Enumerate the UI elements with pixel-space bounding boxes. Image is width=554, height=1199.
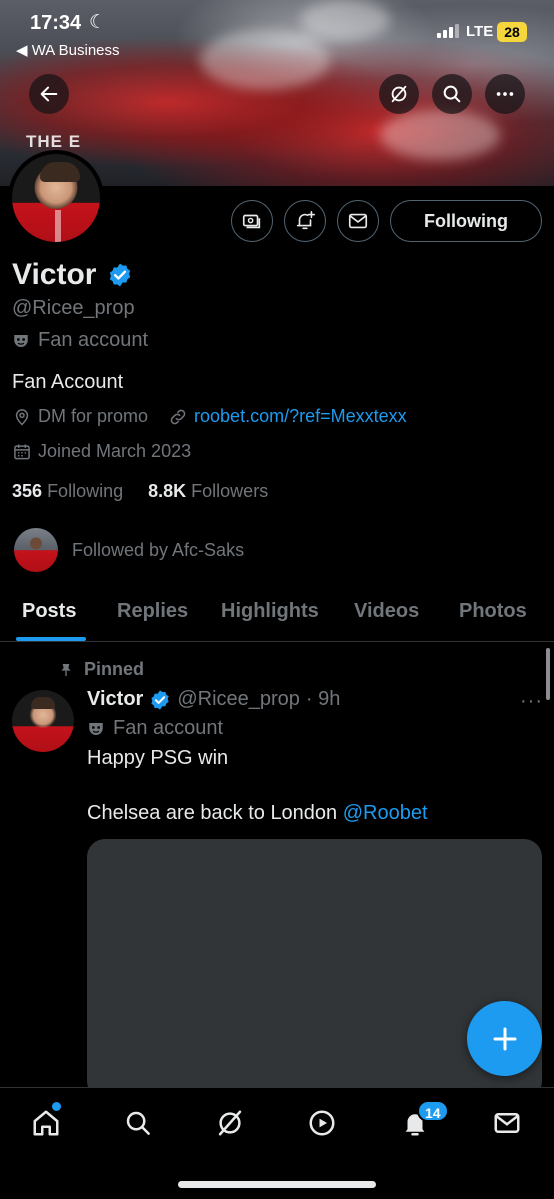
battery-indicator: 28 [497, 22, 527, 42]
grok-button[interactable] [379, 74, 419, 114]
messages-icon [494, 1113, 520, 1133]
post-text-line1: Happy PSG win [87, 747, 229, 769]
mask-icon [89, 722, 103, 735]
profile-meta-row: DM for promo roobet.com/?ref=Mexxtexx [12, 406, 407, 427]
verified-badge-icon[interactable] [107, 262, 133, 288]
pinned-label: Pinned [58, 659, 144, 680]
profile-bio: Fan Account [12, 371, 124, 393]
compose-button[interactable] [467, 1001, 542, 1076]
followers-count-link[interactable]: 8.8K Followers [148, 481, 268, 501]
notifications-badge: 14 [417, 1100, 449, 1122]
back-button[interactable] [29, 74, 69, 114]
notify-button[interactable] [284, 200, 326, 242]
message-button[interactable] [337, 200, 379, 242]
tab-photos[interactable]: Photos [459, 600, 527, 623]
profile-label: Fan account [12, 329, 148, 352]
post-text-line2: Chelsea are back to London @Roobet [87, 802, 428, 825]
money-icon [242, 214, 261, 229]
grok-icon [391, 85, 407, 103]
subscribe-button[interactable] [231, 200, 273, 242]
followed-by-row[interactable]: Followed by Afc-Saks [14, 528, 244, 572]
post-header: Victor @Ricee_prop · 9h [87, 688, 340, 711]
link-icon [170, 409, 186, 424]
signal-icon [437, 24, 459, 38]
pin-icon [61, 663, 71, 676]
search-icon [443, 85, 461, 103]
followed-by-text: Followed by Afc-Saks [72, 539, 245, 560]
scrollbar[interactable] [546, 648, 550, 700]
post-mention-link[interactable]: @Roobet [343, 802, 428, 824]
bell-plus-icon [296, 211, 315, 230]
location-icon [15, 408, 29, 426]
mask-icon [14, 334, 28, 347]
post-author-avatar[interactable] [12, 690, 74, 752]
banner-text: THE E [26, 132, 82, 151]
back-to-app-link[interactable]: ◀ WA Business [16, 41, 120, 59]
grok-icon [218, 1110, 242, 1136]
nav-search[interactable] [121, 1106, 155, 1140]
tab-posts[interactable]: Posts [22, 600, 76, 623]
plus-icon [493, 1027, 516, 1050]
profile-counts: 356 Following 8.8K Followers [12, 481, 268, 502]
home-indicator [178, 1181, 376, 1188]
nav-home[interactable] [29, 1106, 63, 1140]
active-tab-indicator [16, 637, 86, 641]
follower-avatar [14, 528, 58, 572]
tab-highlights[interactable]: Highlights [221, 600, 319, 623]
status-time: 17:34 [30, 12, 82, 34]
post-time: · 9h [305, 688, 341, 710]
moon-icon: ☾ [89, 12, 107, 33]
post-more-button[interactable]: ··· [520, 690, 543, 713]
search-button[interactable] [432, 74, 472, 114]
video-icon [309, 1110, 335, 1136]
profile-handle: @Ricee_prop [12, 297, 135, 319]
profile-label-text: Fan account [38, 329, 149, 351]
post-author-handle[interactable]: @Ricee_prop [177, 688, 300, 711]
more-options-button[interactable] [485, 74, 525, 114]
profile-joined: Joined March 2023 [38, 441, 192, 461]
followers-label: Followers [191, 481, 269, 501]
following-button[interactable]: Following [390, 200, 542, 242]
search-icon [126, 1111, 150, 1135]
mail-icon [348, 213, 368, 229]
tab-videos[interactable]: Videos [354, 600, 419, 623]
calendar-icon [14, 444, 30, 459]
pinned-text: Pinned [84, 659, 145, 679]
post-author-label: Fan account [87, 717, 223, 740]
network-label: LTE [466, 23, 494, 40]
profile-joined-row: Joined March 2023 [12, 441, 191, 462]
followers-count: 8.8K [148, 481, 187, 501]
verified-badge-icon [151, 689, 169, 710]
post-text-body: Chelsea are back to London [87, 802, 338, 824]
profile-name: Victor [12, 258, 97, 291]
nav-grok[interactable] [213, 1106, 247, 1140]
post-author-name[interactable]: Victor [87, 688, 143, 711]
arrow-left-icon [40, 86, 58, 102]
profile-location: DM for promo [38, 406, 149, 426]
more-icon [496, 92, 514, 96]
profile-avatar[interactable] [8, 150, 104, 246]
following-count-link[interactable]: 356 Following [12, 481, 123, 501]
home-unread-dot [52, 1102, 61, 1111]
tab-replies[interactable]: Replies [117, 600, 188, 623]
profile-tabs: Posts Replies Highlights Videos Photos [0, 590, 554, 642]
nav-messages[interactable] [490, 1106, 524, 1140]
following-count: 356 [12, 481, 43, 501]
post-author-label-text: Fan account [113, 717, 224, 739]
following-label: Following [47, 481, 124, 501]
home-icon [33, 1110, 59, 1136]
nav-video[interactable] [305, 1106, 339, 1140]
profile-website-link[interactable]: roobet.com/?ref=Mexxtexx [194, 406, 407, 427]
